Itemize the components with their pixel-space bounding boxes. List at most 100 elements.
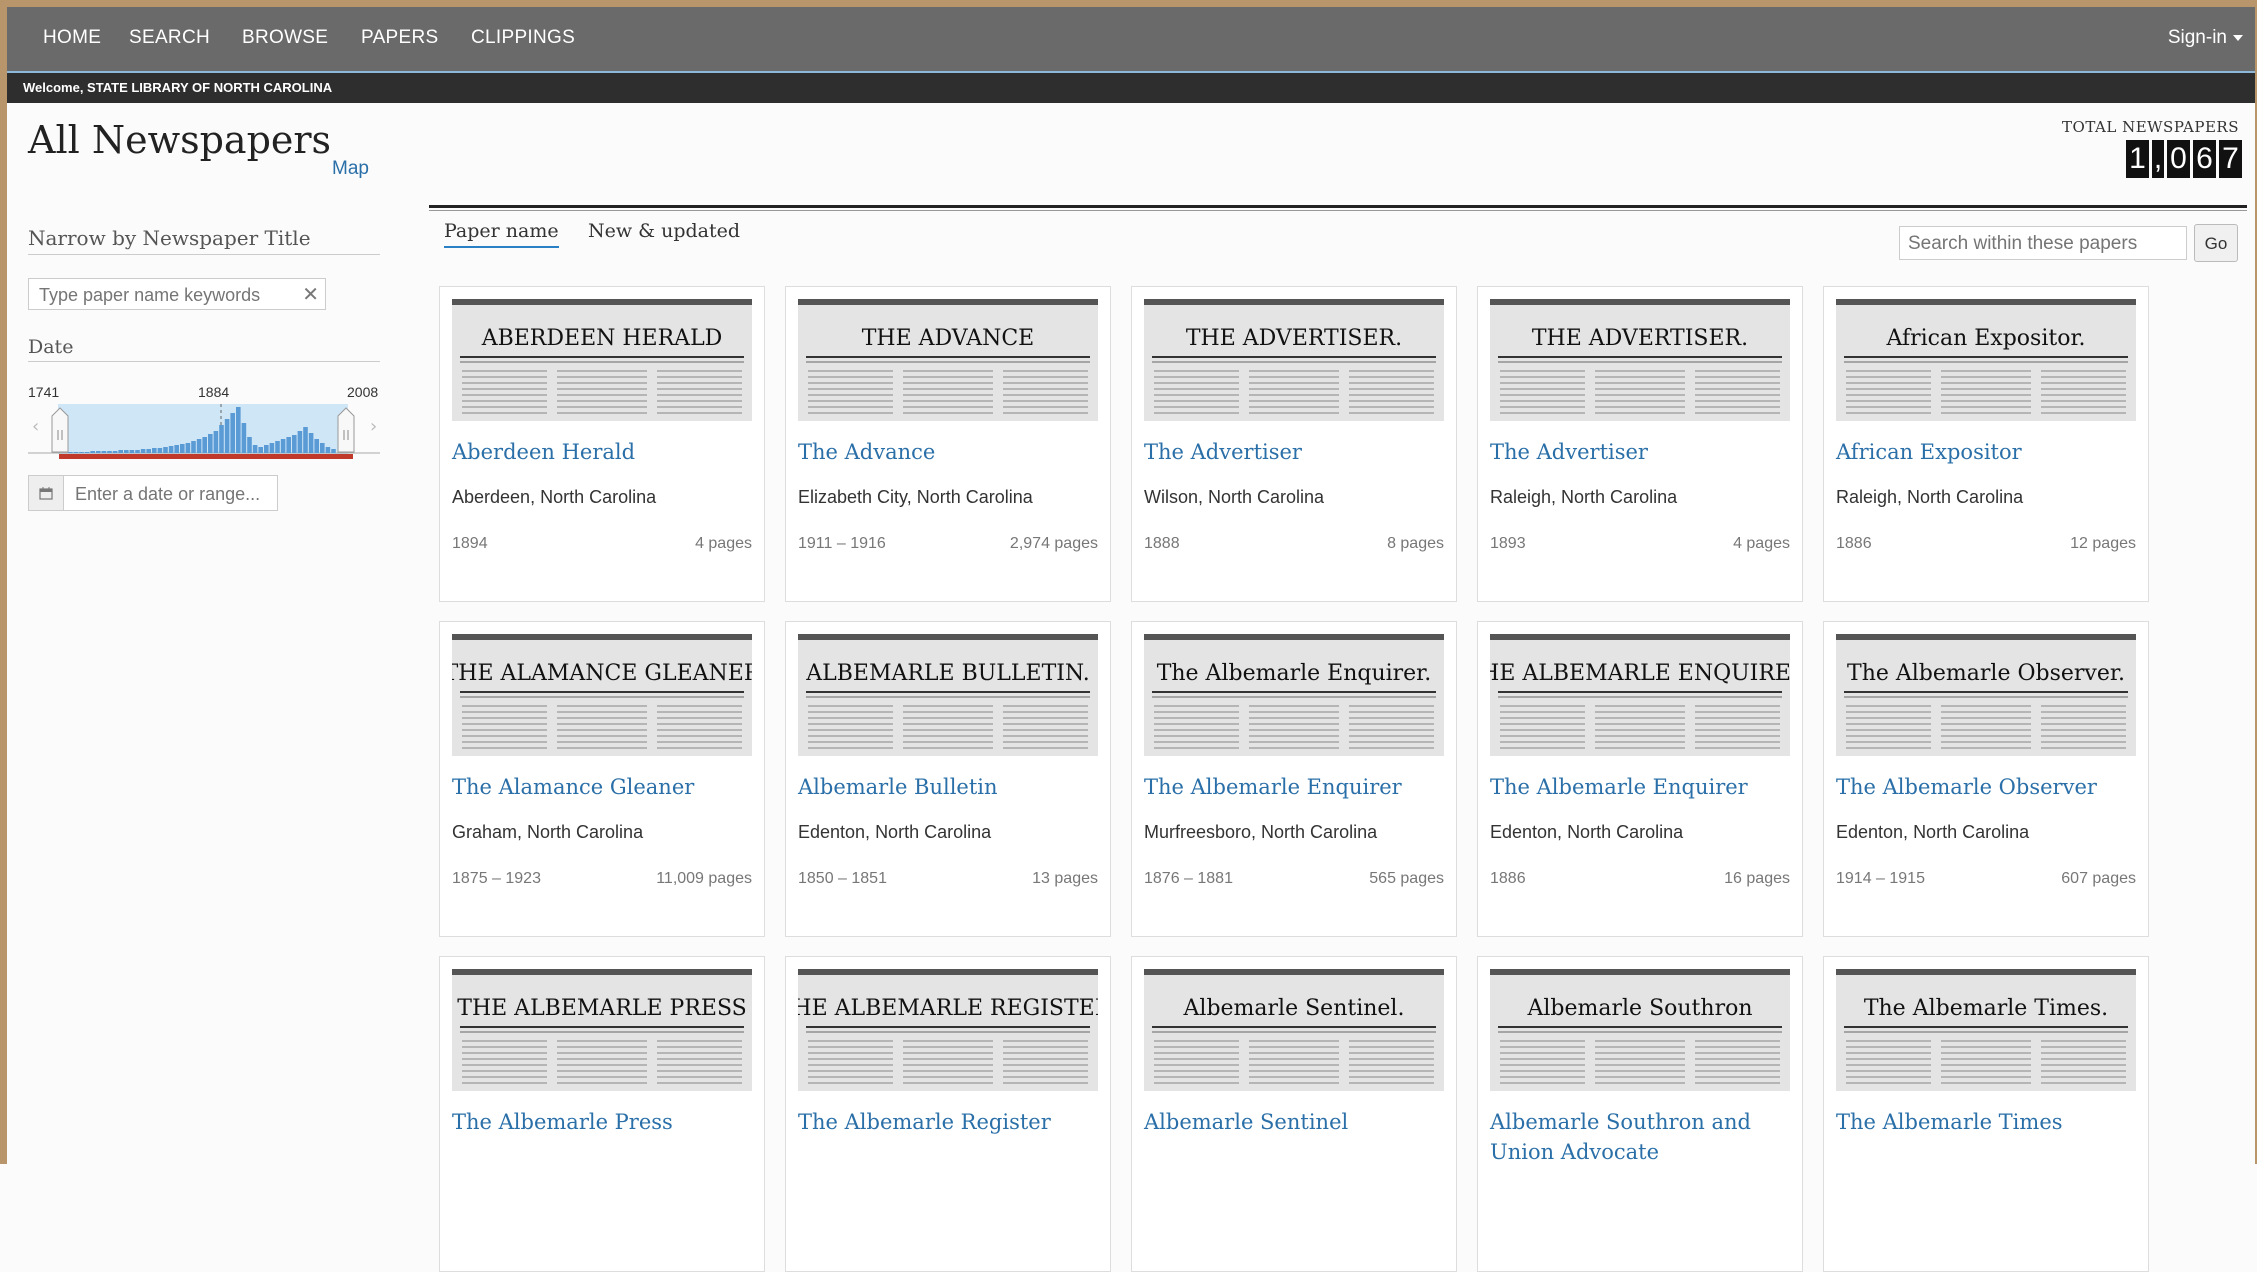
newspaper-thumbnail[interactable]: Albemarle Sentinel. [1144, 969, 1444, 1091]
paper-keyword-field[interactable]: ✕ [28, 278, 326, 310]
calendar-icon[interactable] [29, 476, 64, 510]
newspaper-card[interactable]: THE ALBEMARLE ENQUIRER. The Albemarle Enq… [1477, 621, 1803, 937]
masthead-text: THE ADVERTISER. [1532, 326, 1748, 351]
range-handle-left[interactable] [51, 407, 69, 453]
newspaper-thumbnail[interactable]: THE ALAMANCE GLEANER [452, 634, 752, 756]
tab-new-updated[interactable]: New & updated [588, 220, 740, 242]
newspaper-thumbnail[interactable]: The Albemarle Observer. [1836, 634, 2136, 756]
histogram-bar [73, 452, 79, 453]
newspaper-years: 1886 [1836, 535, 1872, 552]
histogram-bar [124, 450, 129, 453]
newspaper-title-link[interactable]: The Alamance Gleaner [452, 772, 756, 802]
divider [28, 254, 380, 255]
newspaper-title-link[interactable]: The Albemarle Observer [1836, 772, 2140, 802]
newspaper-title-link[interactable]: The Advertiser [1490, 437, 1794, 467]
newspaper-card[interactable]: THE ADVERTISER. The Advertiser Raleigh, No… [1477, 286, 1803, 602]
newspaper-thumbnail[interactable]: THE ALBEMARLE REGISTER. [798, 969, 1098, 1091]
newspaper-thumbnail[interactable]: THE ALBEMARLE PRESS [452, 969, 752, 1091]
counter-digit: 1 [2126, 140, 2149, 178]
newspaper-card[interactable]: The Albemarle Enquirer. The Albemarle Enq… [1131, 621, 1457, 937]
newspaper-title-link[interactable]: African Expositor [1836, 437, 2140, 467]
histogram-bar [112, 451, 118, 453]
date-range-field[interactable] [28, 475, 278, 511]
histogram-bar [174, 445, 179, 453]
sign-in-label[interactable]: Sign-in [2168, 27, 2227, 48]
newspaper-thumbnail[interactable]: ALBEMARLE BULLETIN. [798, 634, 1098, 756]
newspaper-card[interactable]: African Expositor. African Expositor Ralei… [1823, 286, 2149, 602]
welcome-text: Welcome, STATE LIBRARY OF NORTH CAROLINA [23, 80, 333, 95]
handle-shape[interactable] [337, 407, 355, 453]
newspaper-title-link[interactable]: The Advertiser [1144, 437, 1448, 467]
handle-shape[interactable] [51, 407, 69, 453]
nav-papers[interactable]: PAPERS [361, 27, 438, 49]
newspaper-card[interactable]: THE ADVERTISER. The Advertiser Wilson, Nor… [1131, 286, 1457, 602]
newspaper-card[interactable]: THE ADVANCE The Advance Elizabeth City, No… [785, 286, 1111, 602]
histogram-bar [208, 434, 213, 453]
newspaper-card[interactable]: Albemarle Southron Albemarle Southron and… [1477, 956, 1803, 1272]
newspaper-location: Edenton, North Carolina [1836, 822, 2030, 842]
newspaper-card[interactable]: THE ALBEMARLE PRESS The Albemarle Press [439, 956, 765, 1272]
histogram-bar [135, 450, 140, 453]
newspaper-card[interactable]: THE ALAMANCE GLEANER The Alamance Gleaner… [439, 621, 765, 937]
search-within-field[interactable] [1899, 226, 2187, 260]
newspaper-years: 1894 [452, 535, 488, 552]
nav-browse[interactable]: BROWSE [242, 27, 328, 49]
newspaper-thumbnail[interactable]: Albemarle Southron [1490, 969, 1790, 1091]
newspaper-title-link[interactable]: The Albemarle Press [452, 1107, 756, 1137]
masthead-text: The Albemarle Observer. [1847, 661, 2125, 686]
counter-separator: , [2152, 140, 2164, 178]
histogram-bar [180, 444, 185, 453]
masthead-text: The Albemarle Times. [1864, 996, 2108, 1021]
newspaper-thumbnail[interactable]: THE ADVANCE [798, 299, 1098, 421]
go-button[interactable]: Go [2194, 224, 2238, 262]
newspaper-card[interactable]: Albemarle Sentinel. Albemarle Sentinel [1131, 956, 1457, 1272]
tab-paper-name[interactable]: Paper name [444, 220, 559, 248]
newspaper-title-link[interactable]: Aberdeen Herald [452, 437, 756, 467]
newspaper-thumbnail[interactable]: African Expositor. [1836, 299, 2136, 421]
nav-home[interactable]: HOME [43, 27, 101, 49]
newspaper-title-link[interactable]: Albemarle Bulletin [798, 772, 1102, 802]
newspaper-thumbnail[interactable]: THE ADVERTISER. [1144, 299, 1444, 421]
newspaper-thumbnail[interactable]: THE ADVERTISER. [1490, 299, 1790, 421]
sign-in-menu[interactable]: Sign-in [2168, 27, 2243, 49]
newspaper-thumbnail[interactable]: THE ALBEMARLE ENQUIRER. [1490, 634, 1790, 756]
newspaper-card[interactable]: ALBEMARLE BULLETIN. Albemarle Bulletin Ede… [785, 621, 1111, 937]
histogram-bar [79, 452, 84, 453]
histogram-bar [202, 437, 207, 453]
paper-keyword-input[interactable] [37, 284, 291, 307]
nav-search[interactable]: SEARCH [129, 27, 210, 49]
chevron-right-icon[interactable]: › [370, 416, 377, 437]
nav-clippings[interactable]: CLIPPINGS [471, 27, 575, 49]
histogram-bar [68, 452, 73, 453]
chevron-left-icon[interactable]: ‹ [32, 416, 39, 437]
date-range-input[interactable] [73, 483, 277, 506]
histogram-bar [168, 446, 174, 453]
date-histogram-slider[interactable]: ‹ › [28, 400, 388, 462]
map-link[interactable]: Map [332, 158, 369, 180]
newspaper-card[interactable]: The Albemarle Observer. The Albemarle Obs… [1823, 621, 2149, 937]
newspaper-title-link[interactable]: The Albemarle Enquirer [1144, 772, 1448, 802]
newspaper-title-link[interactable]: Albemarle Southron and Union Advocate [1490, 1107, 1794, 1167]
newspaper-title-link[interactable]: The Albemarle Times [1836, 1107, 2140, 1137]
newspaper-card[interactable]: THE ALBEMARLE REGISTER. The Albemarle Reg… [785, 956, 1111, 1272]
masthead-text: THE ADVANCE [862, 326, 1034, 351]
clear-icon[interactable]: ✕ [302, 282, 319, 307]
newspaper-title-link[interactable]: Albemarle Sentinel [1144, 1107, 1448, 1137]
newspaper-location: Raleigh, North Carolina [1490, 487, 1678, 507]
newspaper-years: 1876 – 1881 [1144, 870, 1233, 887]
newspaper-thumbnail[interactable]: The Albemarle Times. [1836, 969, 2136, 1091]
newspaper-title-link[interactable]: The Advance [798, 437, 1102, 467]
newspaper-card[interactable]: The Albemarle Times. The Albemarle Times [1823, 956, 2149, 1272]
newspaper-title-link[interactable]: The Albemarle Enquirer [1490, 772, 1794, 802]
newspaper-page-count: 8 pages [1387, 535, 1444, 552]
newspaper-thumbnail[interactable]: The Albemarle Enquirer. [1144, 634, 1444, 756]
newspaper-years: 1850 – 1851 [798, 870, 887, 887]
newspaper-title-link[interactable]: The Albemarle Register [798, 1107, 1102, 1137]
histogram-bar [297, 431, 303, 453]
newspaper-page-count: 607 pages [2061, 870, 2136, 887]
newspaper-thumbnail[interactable]: ABERDEEN HERALD [452, 299, 752, 421]
search-within-input[interactable] [1906, 232, 2180, 256]
newspaper-card[interactable]: ABERDEEN HERALD Aberdeen Herald Aberdeen, … [439, 286, 765, 602]
range-handle-right[interactable] [337, 407, 355, 453]
date-axis-mid: 1884 [198, 384, 230, 400]
